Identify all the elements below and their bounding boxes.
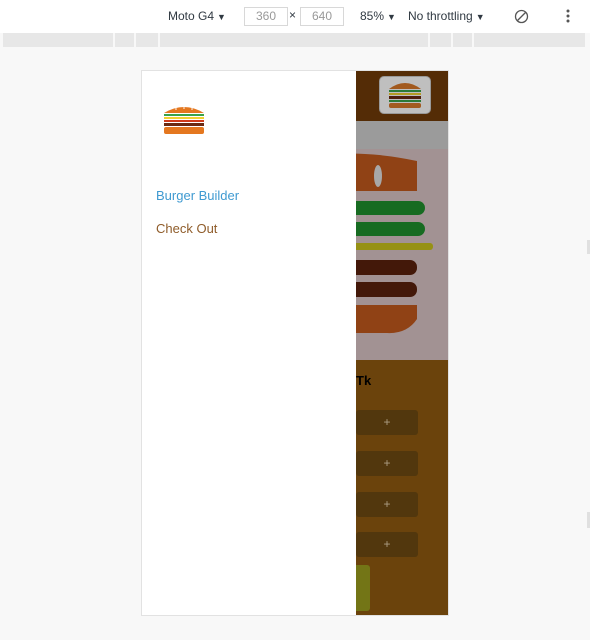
- rotate-icon[interactable]: [514, 9, 529, 27]
- width-input[interactable]: 360: [244, 7, 288, 26]
- throttling-label: No throttling: [408, 9, 473, 23]
- chevron-down-icon: ▼: [387, 12, 396, 22]
- chevron-down-icon: ▼: [217, 12, 226, 22]
- chevron-down-icon: ▼: [475, 12, 485, 22]
- media-query-segment[interactable]: [3, 33, 113, 47]
- kebab-icon[interactable]: [566, 9, 570, 26]
- media-query-segment[interactable]: [430, 33, 451, 47]
- throttling-select[interactable]: No throttling ▼: [408, 9, 485, 23]
- device-select[interactable]: Moto G4 ▼: [168, 9, 226, 23]
- device-toolbar: Moto G4 ▼ 360 × 640 85% ▼ No throttling ▼: [0, 0, 590, 34]
- media-query-segment[interactable]: [115, 33, 134, 47]
- media-query-segment[interactable]: [160, 33, 428, 47]
- device-label: Moto G4: [168, 9, 215, 23]
- media-query-segment[interactable]: [474, 33, 585, 47]
- zoom-select[interactable]: 85% ▼: [360, 9, 396, 23]
- zoom-label: 85%: [360, 9, 385, 23]
- media-query-segment[interactable]: [453, 33, 472, 47]
- media-query-bar: [0, 33, 590, 48]
- nav-link-check-out[interactable]: Check Out: [156, 221, 217, 236]
- height-input[interactable]: 640: [300, 7, 344, 26]
- nav-link-burger-builder[interactable]: Burger Builder: [156, 188, 239, 203]
- times-sign: ×: [289, 8, 297, 22]
- media-query-segment[interactable]: [136, 33, 158, 47]
- burger-logo-icon: [162, 104, 206, 141]
- side-drawer: Burger Builder Check Out: [142, 71, 356, 615]
- device-viewport: Tk + + + + Burger Builder Check Out: [141, 70, 449, 616]
